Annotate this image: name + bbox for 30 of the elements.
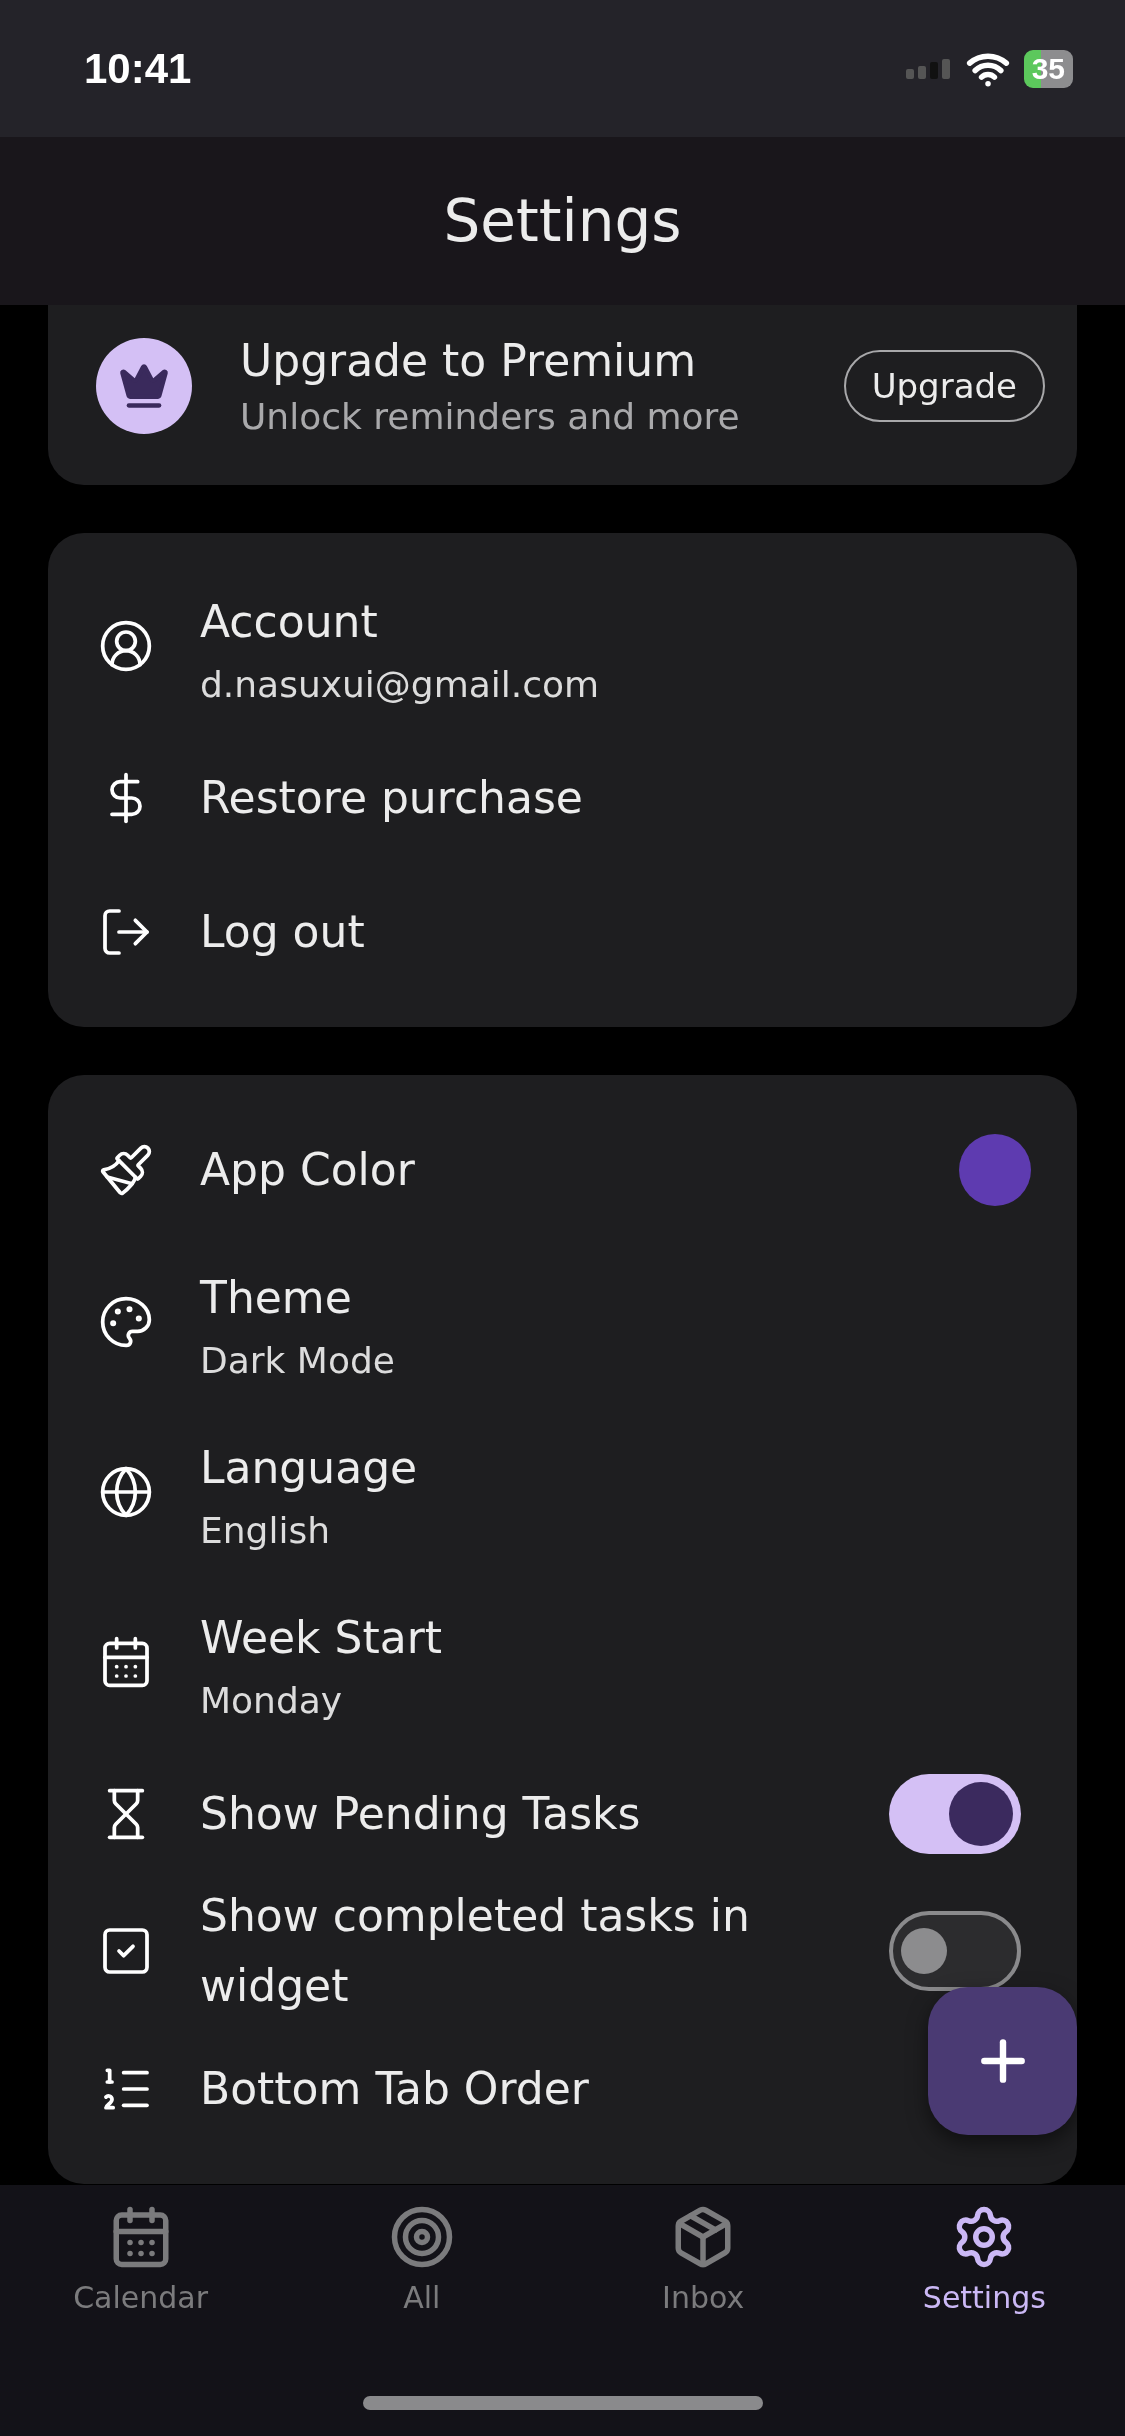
row-label: Week Start xyxy=(200,1611,443,1666)
user-icon xyxy=(98,618,154,674)
tab-item[interactable]: All xyxy=(281,2203,563,2316)
signal-icon xyxy=(905,58,952,79)
row-value: English xyxy=(200,1509,330,1551)
page-title: Settings xyxy=(443,187,682,255)
row-value: Monday xyxy=(200,1679,343,1721)
row-value: Dark Mode xyxy=(200,1339,395,1381)
tab-item[interactable]: Calendar xyxy=(0,2203,282,2316)
premium-title: Upgrade to Premium xyxy=(240,335,698,386)
row-label: Theme xyxy=(200,1271,352,1326)
row-label: Account xyxy=(200,595,378,650)
tab-item[interactable]: Inbox xyxy=(562,2203,844,2316)
palette-icon xyxy=(98,1294,154,1350)
status-time: 10:41 xyxy=(84,44,192,93)
row-label: Log out xyxy=(200,904,365,959)
premium-subtitle: Unlock reminders and more xyxy=(240,396,741,437)
row-label: Restore purchase xyxy=(200,770,583,825)
brush-icon xyxy=(98,1142,154,1198)
globe-icon xyxy=(98,1464,154,1520)
tab-item[interactable]: Settings xyxy=(843,2203,1125,2316)
row-label: Show Pending Tasks xyxy=(200,1786,641,1841)
upgrade-button[interactable]: Upgrade xyxy=(843,350,1045,422)
battery-level: 35 xyxy=(1023,49,1073,88)
row-label: Show completed tasks in widget xyxy=(200,1889,751,2014)
row-label: Bottom Tab Order xyxy=(200,2061,589,2116)
row-label: App Color xyxy=(200,1142,415,1197)
row-label: Language xyxy=(200,1441,418,1496)
add-button[interactable] xyxy=(928,1987,1077,2135)
row-value: d.nasuxui@gmail.com xyxy=(200,663,600,705)
